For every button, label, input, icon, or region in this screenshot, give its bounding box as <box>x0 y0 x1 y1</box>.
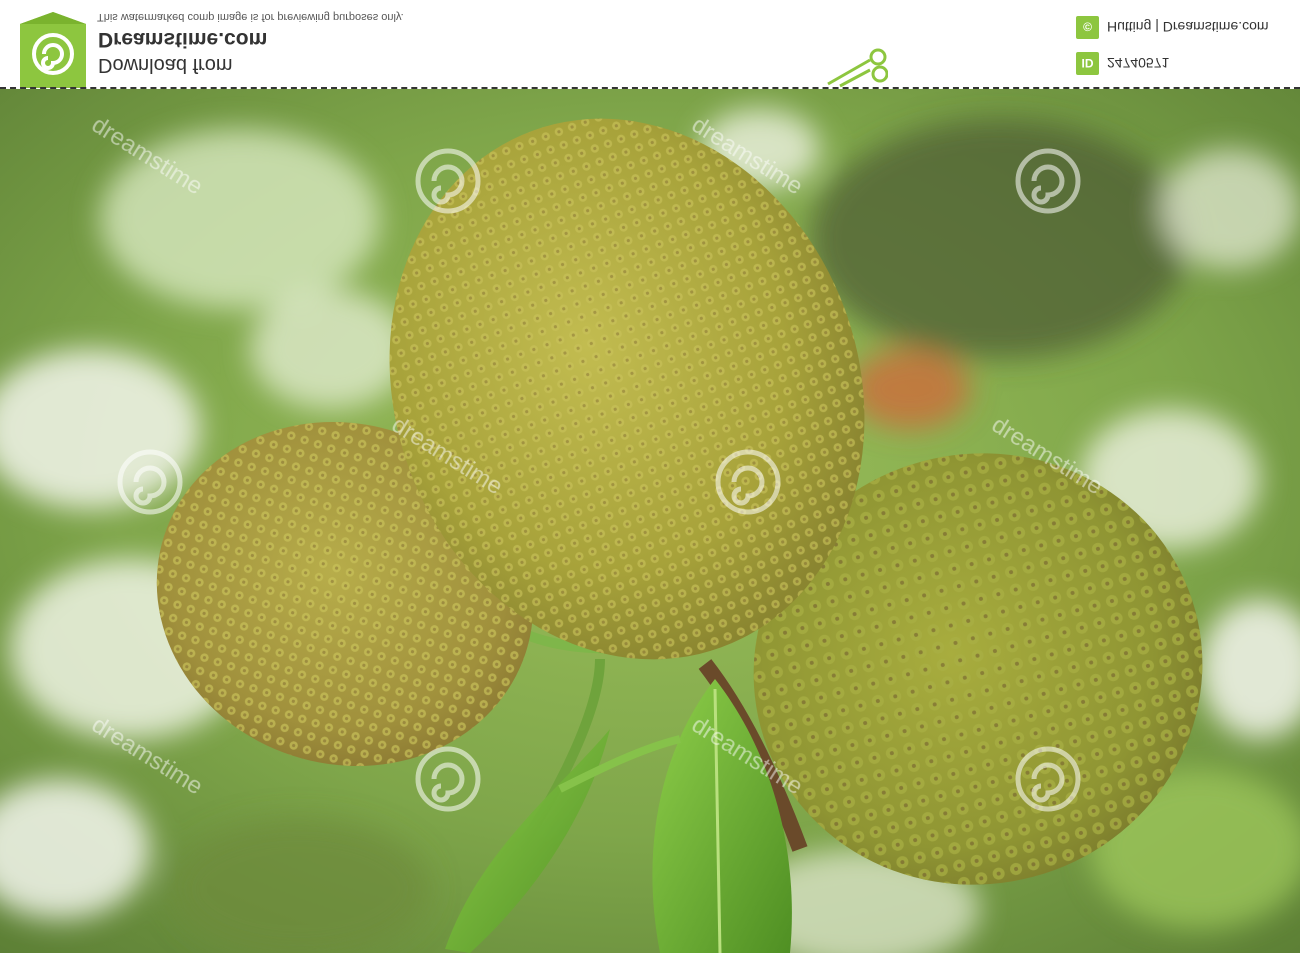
author-credit: Hutting | Dreamstime.com <box>1107 19 1269 35</box>
watermark-notice: This watermarked comp image is for previ… <box>97 11 404 23</box>
image-id: 24740571 <box>1107 55 1170 71</box>
jackfruit-photo: dreamstime dreamstime dreamstime dreamst… <box>0 89 1300 953</box>
download-label: Download from <box>98 54 233 76</box>
dreamstime-logo-icon <box>20 12 86 88</box>
image-id-row: ID 24740571 <box>1076 51 1169 75</box>
brand-name: Dreamstime.com <box>98 28 268 51</box>
preview-header: Dreamstime.com Download from This waterm… <box>0 0 1300 89</box>
id-badge: ID <box>1076 51 1099 75</box>
scissors-icon <box>826 48 889 88</box>
copyright-icon: © <box>1076 15 1099 39</box>
author-credit-row: © Hutting | Dreamstime.com <box>1076 15 1269 39</box>
